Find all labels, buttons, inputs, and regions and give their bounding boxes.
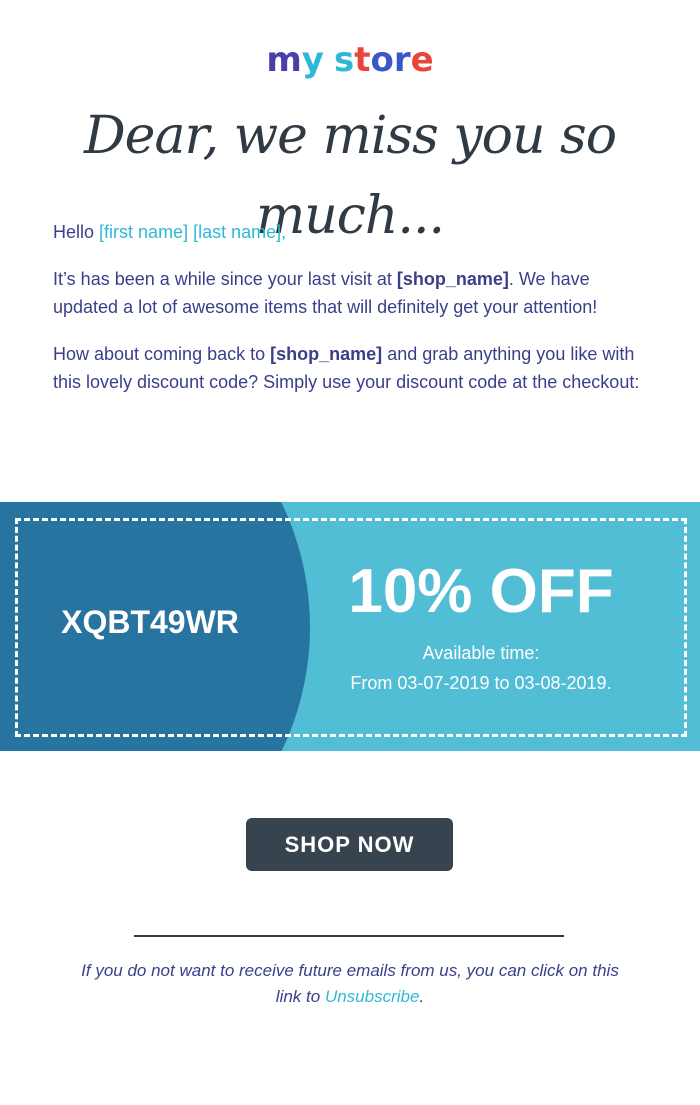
- greeting-hello: Hello: [53, 222, 95, 242]
- shop-name-placeholder-2: [shop_name]: [270, 344, 383, 364]
- footer-period: .: [419, 987, 425, 1006]
- discount-amount: 10% OFF: [348, 557, 614, 626]
- shop-name-placeholder: [shop_name]: [396, 269, 509, 289]
- last-name-placeholder: [last name]: [193, 222, 282, 242]
- shop-now-button[interactable]: SHOP NOW: [246, 818, 453, 871]
- coupon-code: XQBT49WR: [61, 604, 239, 640]
- email-body: Hello [first name] [last name], It’s has…: [53, 218, 653, 415]
- first-name-placeholder: [first name]: [99, 222, 189, 242]
- logo-letter-m: m: [266, 40, 302, 80]
- store-logo: my store: [0, 36, 700, 84]
- available-label: Available time:: [422, 643, 540, 663]
- intro-text-before: It’s has been a while since your last vi…: [53, 269, 392, 289]
- unsubscribe-link[interactable]: Unsubscribe: [325, 987, 420, 1006]
- logo-letter-o: o: [370, 40, 394, 80]
- logo-letter-e: e: [410, 40, 434, 80]
- logo-letter-r: r: [393, 40, 411, 80]
- available-range: From 03-07-2019 to 03-08-2019.: [350, 673, 612, 693]
- offer-paragraph: How about coming back to [shop_name] and…: [53, 340, 653, 396]
- greeting-comma: ,: [281, 222, 287, 242]
- logo-letter-s: s: [333, 40, 355, 80]
- footer-divider: [134, 935, 564, 937]
- offer-text-before: How about coming back to: [53, 344, 266, 364]
- coupon-banner: XQBT49WR 10% OFF Available time: From 03…: [0, 502, 700, 751]
- logo-letter-y: y: [301, 40, 324, 80]
- greeting: Hello [first name] [last name],: [53, 218, 653, 246]
- logo-letter-t: t: [354, 40, 371, 80]
- intro-paragraph: It’s has been a while since your last vi…: [53, 265, 653, 321]
- availability-info: Available time: From 03-07-2019 to 03-08…: [300, 638, 662, 698]
- unsubscribe-footer: If you do not want to receive future ema…: [80, 958, 620, 1010]
